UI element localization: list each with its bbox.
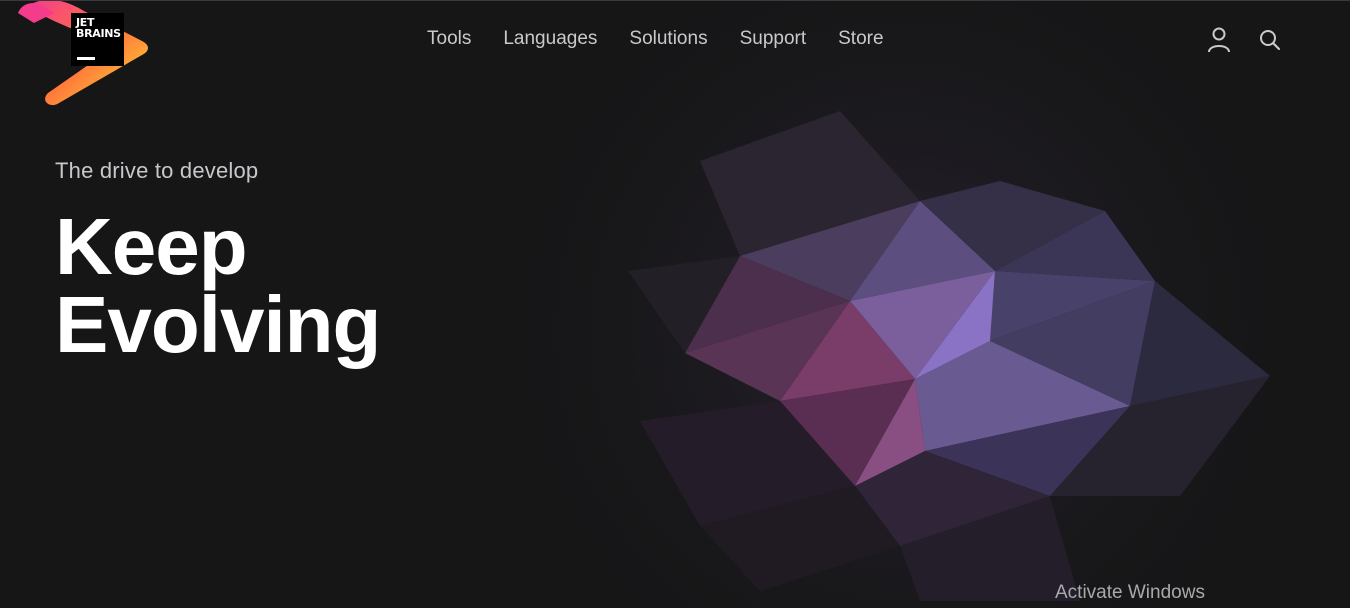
- logo-dash: [77, 57, 95, 60]
- search-button[interactable]: [1257, 26, 1283, 54]
- logo-text: JET BRAINS: [76, 16, 121, 40]
- nav-item-support[interactable]: Support: [740, 27, 807, 51]
- nav-item-tools[interactable]: Tools: [427, 27, 471, 51]
- logo-box: JET BRAINS: [71, 13, 124, 66]
- hero-headline-line-2: Evolving: [55, 280, 381, 369]
- nav-item-languages[interactable]: Languages: [503, 27, 597, 51]
- user-icon: [1208, 27, 1230, 53]
- main-nav: Tools Languages Solutions Support Store: [427, 27, 884, 51]
- nav-item-store[interactable]: Store: [838, 27, 883, 51]
- page: JET BRAINS Tools Languages Solutions Sup…: [0, 0, 1350, 608]
- jetbrains-logo[interactable]: JET BRAINS: [14, 1, 154, 113]
- activate-windows-watermark: Activate Windows: [1055, 582, 1205, 603]
- user-account-button[interactable]: [1206, 26, 1232, 54]
- nav-item-solutions[interactable]: Solutions: [629, 27, 707, 51]
- hero-eyebrow: The drive to develop: [55, 158, 259, 183]
- hero-headline-line-1: Keep: [55, 202, 248, 291]
- search-icon: [1260, 30, 1281, 51]
- hero-headline: Keep Evolving: [55, 202, 381, 369]
